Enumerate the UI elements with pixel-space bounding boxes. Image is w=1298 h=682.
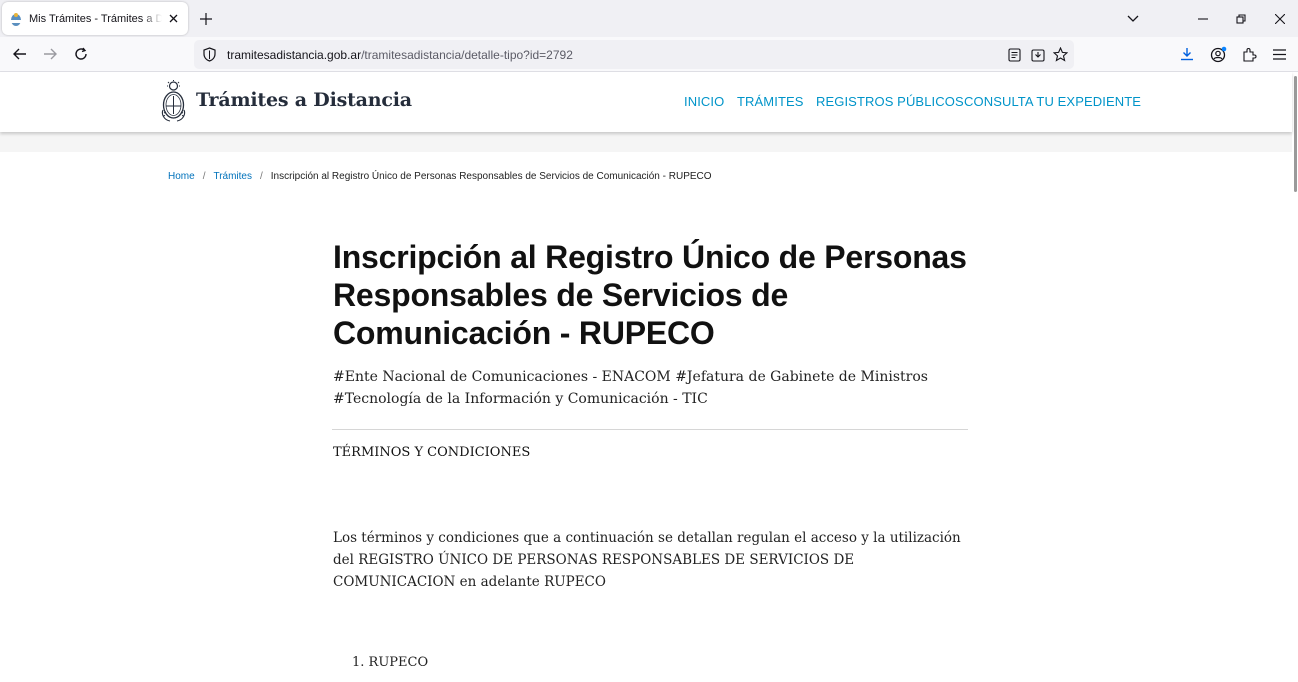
url-text[interactable]: tramitesadistancia.gob.ar/tramitesadista… [227, 48, 573, 62]
downloads-icon[interactable] [1178, 45, 1196, 63]
tab-title: Mis Trámites - Trámites a Distancia [29, 12, 162, 25]
terms-paragraph: Los términos y condiciones que a continu… [333, 530, 961, 590]
page-title: Inscripción al Registro Único de Persona… [333, 239, 967, 351]
nav-tramites[interactable]: TRÁMITES [737, 94, 804, 109]
breadcrumb-current: Inscripción al Registro Único de Persona… [270, 171, 712, 182]
extensions-puzzle-icon[interactable] [1240, 45, 1258, 63]
new-tab-plus-icon[interactable] [196, 9, 216, 29]
breadcrumb-home-link[interactable]: Home [168, 171, 195, 182]
page-scrollbar-thumb[interactable] [1294, 76, 1297, 192]
section-divider [332, 429, 968, 430]
argentina-emblem-favicon-icon [11, 12, 21, 26]
nav-registros-publicos[interactable]: REGISTROS PÚBLICOS [816, 94, 964, 109]
browser-tab-bar: Mis Trámites - Trámites a Distancia [0, 0, 1298, 37]
header-gray-band [0, 132, 1292, 152]
hamburger-menu-icon[interactable] [1270, 45, 1288, 63]
site-logo-text[interactable]: Trámites a Distancia [196, 89, 412, 111]
terms-section-title: TÉRMINOS Y CONDICIONES [333, 445, 531, 460]
minimize-icon[interactable] [1193, 9, 1213, 29]
argentina-coat-of-arms-logo-icon[interactable] [160, 80, 187, 123]
breadcrumb-separator: / [260, 171, 263, 182]
save-to-pocket-icon[interactable] [1029, 46, 1046, 63]
bookmark-star-icon[interactable] [1052, 46, 1069, 63]
breadcrumb-separator: / [202, 171, 206, 182]
account-icon[interactable] [1209, 45, 1227, 63]
list-item: 1. RUPECO [352, 655, 429, 670]
close-window-icon[interactable] [1270, 9, 1290, 29]
url-path: /tramitesadistancia/detalle-tipo?id=2792 [361, 48, 573, 62]
forward-arrow-icon[interactable] [40, 44, 60, 64]
close-tab-icon[interactable] [166, 12, 180, 26]
reader-view-icon[interactable] [1006, 46, 1023, 63]
browser-navigation-bar: tramitesadistancia.gob.ar/tramitesadista… [0, 37, 1298, 72]
nav-consulta-tu-expediente[interactable]: CONSULTA TU EXPEDIENTE [964, 94, 1141, 109]
back-arrow-icon[interactable] [10, 44, 30, 64]
breadcrumb: Home / Trámites / Inscripción al Registro Ún… [168, 171, 712, 182]
url-host: tramitesadistancia.gob.ar [227, 48, 362, 62]
reload-icon[interactable] [71, 44, 91, 64]
organization-tags: #Ente Nacional de Comunicaciones - ENACO… [333, 369, 928, 407]
browser-tab[interactable]: Mis Trámites - Trámites a Distancia [2, 2, 188, 35]
url-bar[interactable]: tramitesadistancia.gob.ar/tramitesadista… [194, 40, 1074, 69]
site-header: Trámites a Distancia INICIO TRÁMITES REG… [0, 72, 1292, 132]
list-all-tabs-chevron-down-icon[interactable] [1123, 9, 1143, 29]
tracking-protection-shield-icon[interactable] [202, 47, 217, 62]
restore-icon[interactable] [1231, 9, 1251, 29]
nav-inicio[interactable]: INICIO [684, 94, 724, 109]
breadcrumb-tramites-link[interactable]: Trámites [213, 171, 252, 182]
